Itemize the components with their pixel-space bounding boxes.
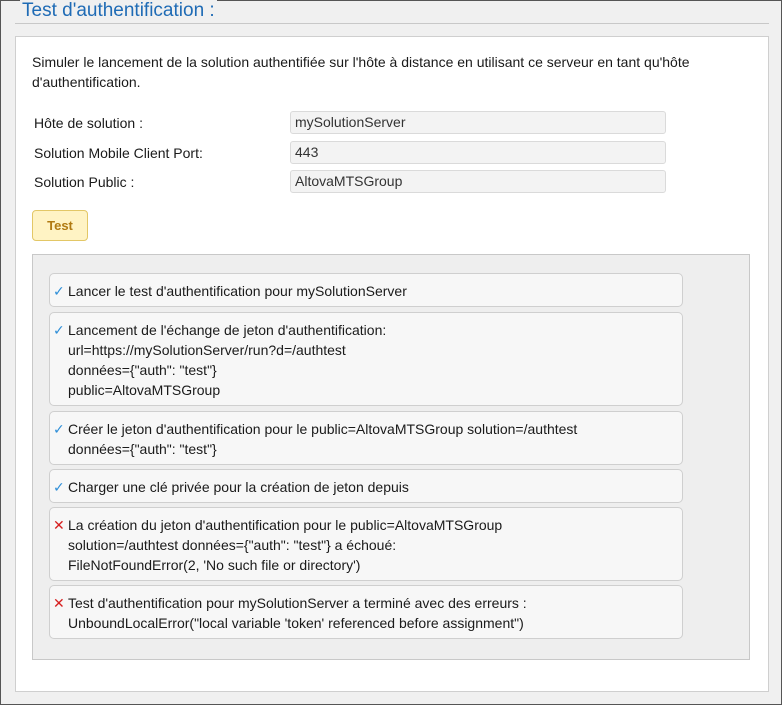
mobile-client-port-field[interactable]: 443 bbox=[290, 141, 666, 164]
log-entry: ✓ Lancer le test d'authentification pour… bbox=[49, 273, 683, 307]
check-icon: ✓ bbox=[53, 283, 65, 299]
check-icon: ✓ bbox=[53, 421, 65, 437]
log-line: Charger une clé privée pour la création … bbox=[68, 479, 409, 495]
solution-public-label: Solution Public : bbox=[34, 174, 135, 190]
log-entry: ✓ Charger une clé privée pour la créatio… bbox=[49, 469, 683, 503]
test-button[interactable]: Test bbox=[32, 210, 88, 241]
mobile-client-port-label: Solution Mobile Client Port: bbox=[34, 145, 203, 161]
log-entry: ✓ Créer le jeton d'authentification pour… bbox=[49, 411, 683, 465]
log-line: solution=/authtest données={"auth": "tes… bbox=[68, 537, 397, 553]
check-icon: ✓ bbox=[53, 479, 65, 495]
log-line: url=https://mySolutionServer/run?d=/auth… bbox=[68, 342, 346, 358]
solution-host-label: Hôte de solution : bbox=[34, 115, 143, 131]
log-entry: ✕ La création du jeton d'authentificatio… bbox=[49, 507, 683, 581]
error-x-icon: ✕ bbox=[53, 517, 65, 533]
log-line: FileNotFoundError(2, 'No such file or di… bbox=[68, 557, 361, 573]
title-divider bbox=[15, 23, 769, 24]
log-line: public=AltovaMTSGroup bbox=[68, 382, 221, 398]
description-text: Simuler le lancement de la solution auth… bbox=[32, 54, 690, 90]
log-line: données={"auth": "test"} bbox=[68, 441, 217, 457]
log-line: Lancement de l'échange de jeton d'authen… bbox=[68, 322, 387, 338]
log-line: La création du jeton d'authentification … bbox=[68, 517, 503, 533]
error-x-icon: ✕ bbox=[53, 595, 65, 611]
test-log-area[interactable]: ✓ Lancer le test d'authentification pour… bbox=[32, 254, 750, 660]
log-entry: ✕ Test d'authentification pour mySolutio… bbox=[49, 585, 683, 639]
window-frame: Test d'authentification : Simuler le lan… bbox=[0, 0, 782, 705]
auth-test-panel: Simuler le lancement de la solution auth… bbox=[15, 36, 769, 692]
solution-public-field[interactable]: AltovaMTSGroup bbox=[290, 170, 666, 193]
check-icon: ✓ bbox=[53, 322, 65, 338]
log-line: Créer le jeton d'authentification pour l… bbox=[68, 421, 578, 437]
solution-host-field[interactable]: mySolutionServer bbox=[290, 111, 666, 134]
log-entry: ✓ Lancement de l'échange de jeton d'auth… bbox=[49, 312, 683, 406]
log-line: Lancer le test d'authentification pour m… bbox=[68, 283, 407, 299]
log-line: Test d'authentification pour mySolutionS… bbox=[68, 595, 527, 611]
log-line: données={"auth": "test"} bbox=[68, 362, 217, 378]
section-title: Test d'authentification : bbox=[20, 0, 217, 22]
log-line: UnboundLocalError("local variable 'token… bbox=[68, 615, 524, 631]
